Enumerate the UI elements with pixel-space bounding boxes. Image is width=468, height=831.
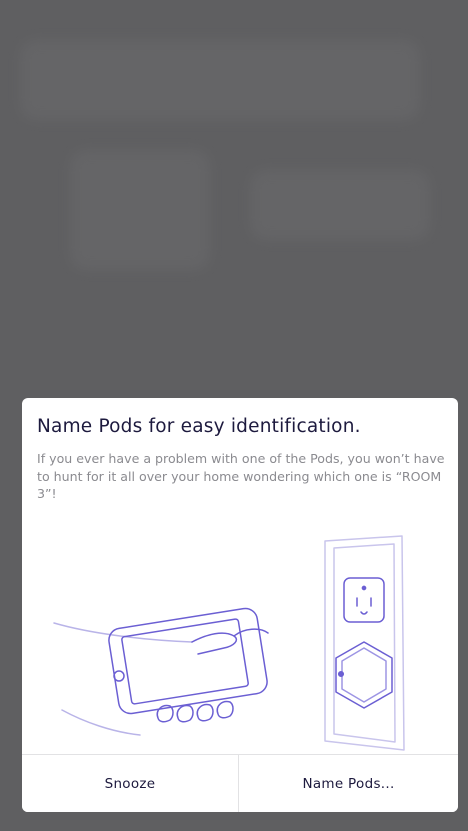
dialog-message: If you ever have a problem with one of t… [37, 451, 445, 501]
pod-naming-illustration [53, 535, 405, 751]
background-header-shape [20, 40, 420, 120]
name-pods-dialog: Name Pods for easy identification. If yo… [22, 398, 458, 812]
name-pods-button[interactable]: Name Pods... [239, 755, 458, 812]
hand-holding-phone-icon [53, 607, 269, 736]
hexagon-pod-icon [335, 641, 393, 709]
background-card-shape [70, 150, 210, 270]
snooze-button[interactable]: Snooze [22, 755, 238, 812]
background-text-shape [250, 170, 430, 240]
dialog-title: Name Pods for easy identification. [37, 416, 361, 437]
